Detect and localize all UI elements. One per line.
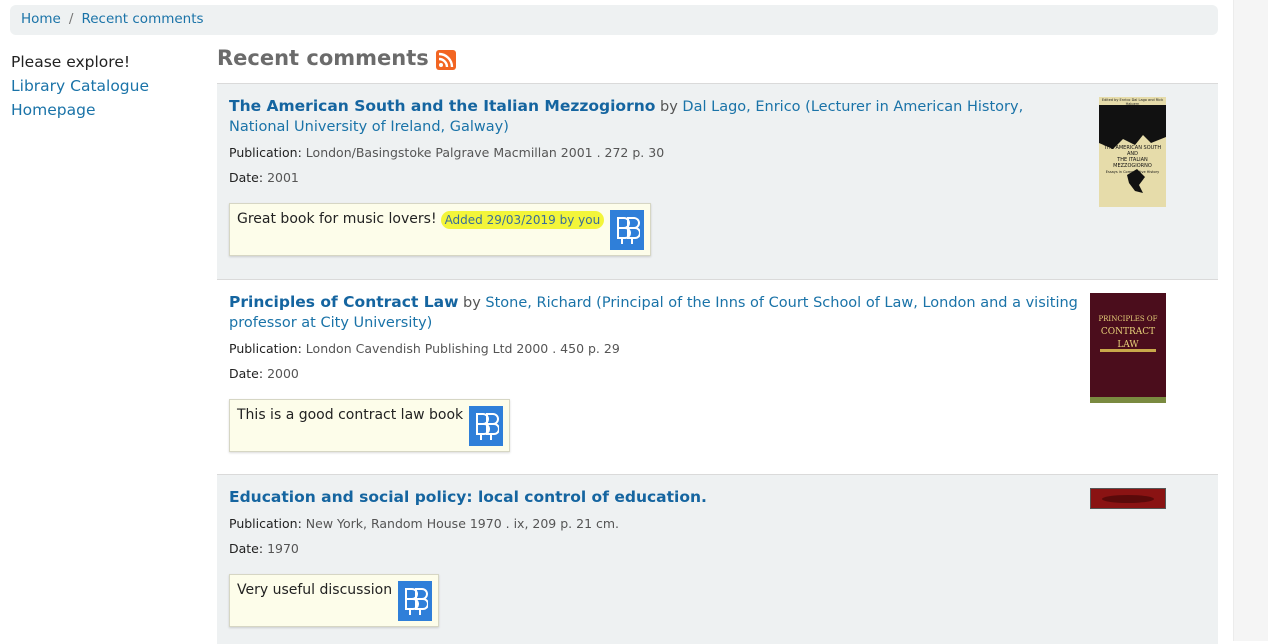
- cover-text-editors: Edited by Enrico Dal Lago and Rick Halpe…: [1101, 98, 1164, 106]
- cover-art: [1102, 495, 1154, 503]
- cover-title-line2: CONTRACT: [1100, 327, 1156, 337]
- title-line: Education and social policy: local contr…: [229, 487, 1079, 508]
- breadcrumb-current[interactable]: Recent comments: [81, 11, 203, 27]
- publication-label: Publication:: [229, 516, 302, 531]
- date-label: Date:: [229, 366, 264, 381]
- comment-text: Great book for music lovers!: [237, 211, 437, 227]
- comment-item: Education and social policy: local contr…: [217, 474, 1218, 644]
- scrollbar-gutter[interactable]: [1233, 0, 1268, 641]
- date-line: Date: 1970: [229, 540, 1206, 558]
- date-line: Date: 2001: [229, 169, 1206, 187]
- book-title-link[interactable]: The American South and the Italian Mezzo…: [229, 97, 655, 115]
- date-label: Date:: [229, 170, 264, 185]
- comment-text: Very useful discussion: [237, 582, 393, 598]
- page-title-row: Recent comments: [217, 46, 456, 70]
- date-value: 1970: [267, 541, 299, 556]
- sidebar-link-library-catalogue[interactable]: Library Catalogue: [11, 74, 201, 98]
- sidebar-intro: Please explore!: [11, 53, 131, 71]
- publication-value: New York, Random House 1970 . ix, 209 p.…: [305, 516, 620, 531]
- book-title-link[interactable]: Principles of Contract Law: [229, 293, 458, 311]
- by-text: by: [660, 99, 678, 115]
- cover-title-line1: THE AMERICAN SOUTH AND: [1103, 145, 1162, 157]
- date-value: 2001: [267, 170, 299, 185]
- comment-item: Principles of Contract Law by Stone, Ric…: [217, 279, 1218, 474]
- page-title: Recent comments: [217, 46, 429, 70]
- publication-label: Publication:: [229, 341, 302, 356]
- added-info: Added 29/03/2019 by you: [440, 211, 605, 229]
- cover-title-line1: PRINCIPLES OF: [1098, 315, 1158, 323]
- cover-band: [1100, 349, 1156, 352]
- comment-item: The American South and the Italian Mezzo…: [217, 83, 1218, 279]
- breadcrumb-home[interactable]: Home: [21, 11, 61, 27]
- book-cover-image[interactable]: PRINCIPLES OF CONTRACT LAW: [1090, 293, 1166, 403]
- by-text: by: [463, 295, 481, 311]
- cover-title-line2: THE ITALIAN MEZZOGIORNO: [1113, 157, 1152, 169]
- cover-subtitle: Essays in Comparative History: [1105, 170, 1160, 174]
- user-avatar-icon: [469, 406, 504, 446]
- date-line: Date: 2000: [229, 365, 1206, 383]
- publication-label: Publication:: [229, 145, 302, 160]
- publication-value: London/Basingstoke Palgrave Macmillan 20…: [305, 145, 665, 160]
- book-title-link[interactable]: Education and social policy: local contr…: [229, 488, 707, 506]
- publication-line: Publication: New York, Random House 1970…: [229, 515, 1206, 533]
- user-avatar-icon: [610, 210, 645, 250]
- cover-text-title: THE AMERICAN SOUTH AND THE ITALIAN MEZZO…: [1101, 145, 1164, 175]
- date-value: 2000: [267, 366, 299, 381]
- sidebar-link-homepage[interactable]: Homepage: [11, 98, 201, 122]
- publication-line: Publication: London/Basingstoke Palgrave…: [229, 144, 1206, 162]
- comments-list: The American South and the Italian Mezzo…: [217, 83, 1218, 644]
- publication-line: Publication: London Cavendish Publishing…: [229, 340, 1206, 358]
- sidebar: Please explore! Library Catalogue Homepa…: [11, 50, 201, 122]
- title-line: The American South and the Italian Mezzo…: [229, 96, 1079, 137]
- cover-footer-band: [1090, 397, 1166, 403]
- cover-text: PRINCIPLES OF CONTRACT LAW: [1090, 311, 1166, 350]
- comment-text: This is a good contract law book: [237, 407, 464, 423]
- book-cover-image[interactable]: Edited by Enrico Dal Lago and Rick Halpe…: [1099, 97, 1166, 207]
- publication-value: London Cavendish Publishing Ltd 2000 . 4…: [305, 341, 620, 356]
- comment-box: Great book for music lovers! Added 29/03…: [229, 203, 652, 256]
- comment-box: Very useful discussion: [229, 574, 440, 627]
- book-cover-image[interactable]: [1090, 488, 1166, 509]
- breadcrumb: Home / Recent comments: [10, 5, 1218, 35]
- breadcrumb-separator: /: [68, 11, 74, 27]
- user-avatar-icon: [398, 581, 433, 621]
- comment-box: This is a good contract law book: [229, 399, 511, 452]
- rss-icon[interactable]: [435, 50, 456, 70]
- title-line: Principles of Contract Law by Stone, Ric…: [229, 292, 1079, 333]
- date-label: Date:: [229, 541, 264, 556]
